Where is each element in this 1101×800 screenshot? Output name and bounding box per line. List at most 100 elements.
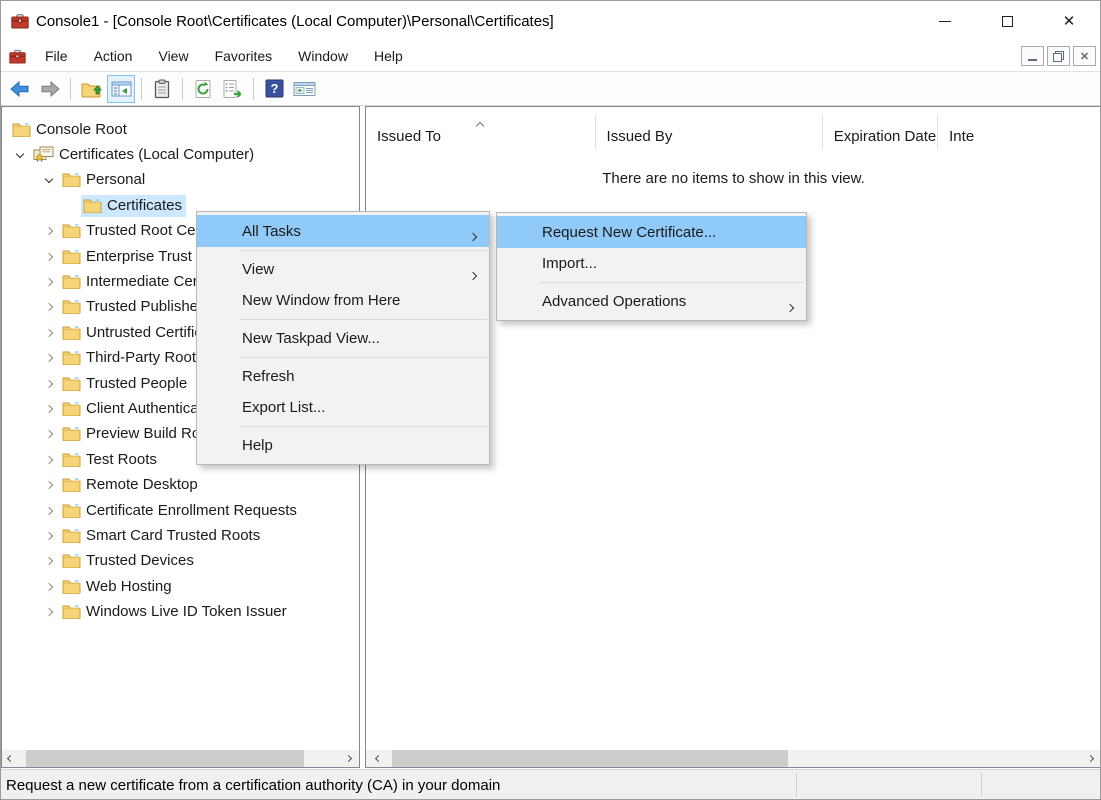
- scrollbar-thumb[interactable]: [26, 750, 304, 767]
- chevron-collapsed-icon[interactable]: [45, 405, 53, 413]
- taskpad-button[interactable]: [290, 75, 318, 103]
- column-header-issued-to[interactable]: Issued To: [366, 107, 596, 155]
- chevron-collapsed-icon[interactable]: [45, 379, 53, 387]
- chevron-collapsed-icon[interactable]: [45, 532, 53, 540]
- folder-icon: [83, 198, 102, 213]
- tree-item-certificates-local-computer[interactable]: Certificates (Local Computer): [2, 142, 359, 167]
- tree-item-label: Trusted People: [86, 375, 187, 392]
- chevron-collapsed-icon[interactable]: [45, 481, 53, 489]
- chevron-collapsed-icon[interactable]: [45, 506, 53, 514]
- tree-item-web-hosting[interactable]: Web Hosting: [2, 574, 359, 599]
- column-header-expiration-date[interactable]: Expiration Date: [823, 107, 938, 155]
- context-menu-item-new-window-from-here[interactable]: New Window from Here: [197, 285, 489, 316]
- chevron-expanded-icon[interactable]: [16, 149, 24, 157]
- scrollbar-thumb[interactable]: [392, 750, 788, 767]
- refresh-button[interactable]: [189, 75, 217, 103]
- help-icon: ?: [265, 79, 284, 98]
- close-button[interactable]: ✕: [1038, 1, 1100, 41]
- context-menu-item-all-tasks[interactable]: All Tasks: [197, 215, 489, 247]
- folder-icon: [62, 274, 81, 289]
- scroll-right-arrow[interactable]: [340, 750, 357, 767]
- submenu-item-advanced-operations[interactable]: Advanced Operations: [497, 286, 806, 317]
- menu-item-label: All Tasks: [242, 223, 301, 240]
- chevron-collapsed-icon[interactable]: [45, 430, 53, 438]
- chevron-collapsed-icon[interactable]: [45, 252, 53, 260]
- tree-item-windows-live-id-token-issuer[interactable]: Windows Live ID Token Issuer: [2, 599, 359, 624]
- tree-item-label: Certificates (Local Computer): [59, 146, 254, 163]
- maximize-button[interactable]: [976, 1, 1038, 41]
- back-icon: [9, 80, 31, 98]
- child-close-button[interactable]: ✕: [1073, 46, 1096, 66]
- menubar-item-help[interactable]: Help: [361, 43, 416, 69]
- tree-item-remote-desktop[interactable]: Remote Desktop: [2, 472, 359, 497]
- folder-icon: [62, 172, 81, 187]
- context-menu-item-view[interactable]: View: [197, 254, 489, 285]
- tree-horizontal-scrollbar[interactable]: [2, 750, 359, 767]
- forward-button[interactable]: [36, 75, 64, 103]
- status-divider: [796, 773, 797, 797]
- toolbar-separator: [253, 78, 254, 100]
- tree-item-trusted-devices[interactable]: Trusted Devices: [2, 549, 359, 574]
- child-window-controls: ✕: [1021, 46, 1096, 66]
- scroll-left-arrow[interactable]: [370, 750, 387, 767]
- menu-separator: [240, 319, 487, 320]
- folder-icon: [62, 376, 81, 391]
- chevron-collapsed-icon[interactable]: [45, 354, 53, 362]
- submenu-item-import[interactable]: Import...: [497, 248, 806, 279]
- menu-item-label: Export List...: [242, 399, 325, 416]
- up-one-level-icon: [81, 80, 102, 98]
- submenu-item-request-new-certificate[interactable]: Request New Certificate...: [497, 216, 806, 248]
- tree-item-smart-card-trusted-roots[interactable]: Smart Card Trusted Roots: [2, 523, 359, 548]
- context-menu-item-refresh[interactable]: Refresh: [197, 361, 489, 392]
- chevron-collapsed-icon[interactable]: [45, 456, 53, 464]
- chevron-collapsed-icon[interactable]: [45, 329, 53, 337]
- export-list-button[interactable]: [219, 75, 247, 103]
- tree-item-certificate-enrollment-requests[interactable]: Certificate Enrollment Requests: [2, 498, 359, 523]
- list-horizontal-scrollbar[interactable]: [366, 750, 1101, 767]
- mmc-app-icon: [11, 13, 29, 29]
- chevron-collapsed-icon[interactable]: [45, 278, 53, 286]
- context-menu-item-new-taskpad-view[interactable]: New Taskpad View...: [197, 323, 489, 354]
- tree-item-personal[interactable]: Personal: [2, 168, 359, 193]
- submenu-arrow-icon: [470, 227, 476, 244]
- properties-button[interactable]: [148, 75, 176, 103]
- scroll-left-arrow[interactable]: [2, 750, 19, 767]
- minimize-button[interactable]: [914, 1, 976, 41]
- folder-icon: [62, 503, 81, 518]
- tree-item-label: Personal: [86, 171, 145, 188]
- column-header-label: Inte: [949, 128, 974, 145]
- console-child-icon: [9, 49, 26, 64]
- column-header-inte[interactable]: Inte: [938, 107, 1101, 155]
- back-button[interactable]: [6, 75, 34, 103]
- chevron-collapsed-icon[interactable]: [45, 608, 53, 616]
- column-header-label: Issued By: [607, 128, 673, 145]
- menubar-item-file[interactable]: File: [32, 43, 81, 69]
- child-restore-button[interactable]: [1047, 46, 1070, 66]
- show-hide-console-tree-button[interactable]: [107, 75, 135, 103]
- tree-item-label: Trusted Publishers: [86, 298, 211, 315]
- folder-icon: [62, 325, 81, 340]
- tree-item-label: Smart Card Trusted Roots: [86, 527, 260, 544]
- context-menu-item-help[interactable]: Help: [197, 430, 489, 461]
- menubar-item-favorites[interactable]: Favorites: [202, 43, 286, 69]
- context-menu-item-export-list[interactable]: Export List...: [197, 392, 489, 423]
- menubar-item-action[interactable]: Action: [81, 43, 146, 69]
- chevron-collapsed-icon[interactable]: [45, 227, 53, 235]
- menubar-item-window[interactable]: Window: [285, 43, 361, 69]
- chevron-expanded-icon[interactable]: [45, 175, 53, 183]
- tree-item-console-root[interactable]: Console Root: [2, 117, 359, 142]
- scroll-right-arrow[interactable]: [1082, 750, 1099, 767]
- up-one-level-button[interactable]: [77, 75, 105, 103]
- menubar-item-view[interactable]: View: [145, 43, 201, 69]
- minimize-icon: [939, 21, 951, 22]
- chevron-collapsed-icon[interactable]: [45, 582, 53, 590]
- chevron-collapsed-icon[interactable]: [45, 557, 53, 565]
- folder-icon: [62, 528, 81, 543]
- taskpad-icon: [293, 80, 316, 98]
- chevron-collapsed-icon[interactable]: [45, 303, 53, 311]
- child-minimize-button[interactable]: [1021, 46, 1044, 66]
- column-header-issued-by[interactable]: Issued By: [596, 107, 823, 155]
- child-restore-icon: [1053, 51, 1064, 62]
- svg-text:?: ?: [270, 81, 278, 96]
- help-button[interactable]: ?: [260, 75, 288, 103]
